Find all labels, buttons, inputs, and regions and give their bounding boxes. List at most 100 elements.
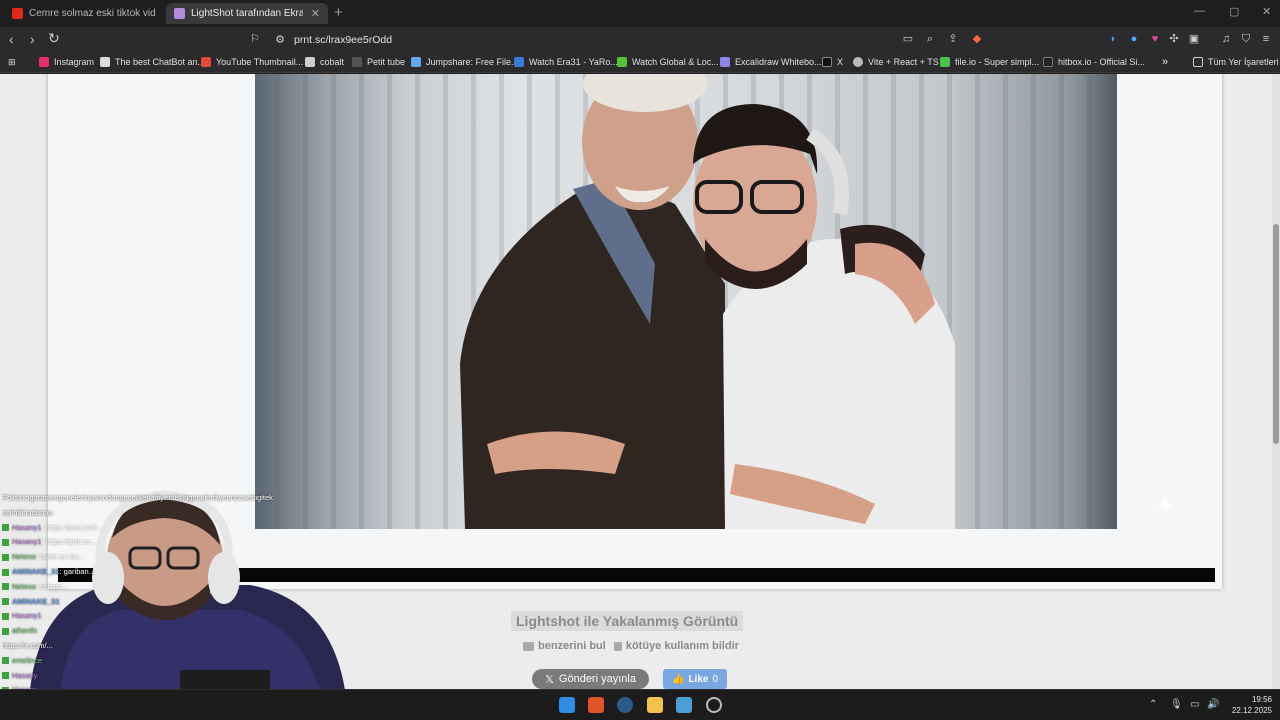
- app-icon[interactable]: [706, 697, 722, 713]
- badge-icon: [2, 538, 9, 546]
- new-tab-button[interactable]: +: [334, 4, 343, 21]
- chat-username: Netexo: [12, 552, 36, 562]
- bookmark-excalidraw[interactable]: Excalidraw Whitebo...: [720, 57, 822, 67]
- cast-icon[interactable]: ▭: [902, 33, 914, 45]
- chat-text: : bizim en bu...: [35, 552, 85, 562]
- bookmark-instagram[interactable]: Instagram: [39, 57, 94, 67]
- brave-icon[interactable]: [588, 697, 604, 713]
- chat-username: Hasany1: [12, 611, 42, 621]
- scrollbar-thumb[interactable]: [1273, 224, 1279, 444]
- windows-start-icon[interactable]: [559, 697, 575, 713]
- flag-icon: [613, 641, 622, 651]
- apps-grid-icon[interactable]: ⊞: [8, 57, 16, 68]
- find-similar-link[interactable]: benzerini bul: [523, 640, 606, 652]
- reload-icon[interactable]: ↻: [48, 30, 60, 47]
- chat-message: https://x.com/...: [2, 639, 332, 654]
- cobalt-icon: [305, 57, 315, 67]
- close-tab-icon[interactable]: ✕: [305, 7, 320, 20]
- bookmark-petit-tube[interactable]: Petit tube: [352, 57, 405, 67]
- shield-icon[interactable]: ⛉: [1240, 33, 1252, 45]
- bookmark-thumbnail[interactable]: YouTube Thumbnail...: [201, 57, 303, 67]
- bookmark-fileio[interactable]: file.io - Super simpl...: [940, 57, 1039, 67]
- bookmark-chatbot[interactable]: The best ChatBot an...: [100, 57, 205, 67]
- facebook-like-button[interactable]: 👍 Like 0: [663, 669, 727, 689]
- microphone-icon[interactable]: 🎙: [1170, 699, 1183, 710]
- bookmark-hitbox[interactable]: hitbox.io - Official Si...: [1043, 57, 1145, 67]
- music-icon[interactable]: ♫: [1220, 33, 1232, 45]
- petit-tube-icon: [352, 57, 362, 67]
- page-title: Lightshot ile Yakalanmış Görüntü: [511, 611, 744, 631]
- clock-time: 19:56: [1251, 695, 1272, 704]
- share-icon[interactable]: ⇪: [947, 33, 959, 45]
- extensions-puzzle-icon[interactable]: ✣: [1168, 33, 1180, 45]
- site-info-icon[interactable]: ⚙: [274, 34, 286, 46]
- tab-lightshot[interactable]: LightShot tarafından Ekran Görüntü ✕: [166, 3, 328, 24]
- report-abuse-label: kötüye kullanım bildir: [625, 640, 739, 652]
- maximize-icon[interactable]: ▢: [1229, 5, 1239, 18]
- captured-screenshot-image[interactable]: [255, 74, 1117, 529]
- forward-icon[interactable]: ›: [30, 31, 35, 47]
- report-abuse-link[interactable]: kötüye kullanım bildir: [613, 640, 739, 652]
- bookmark-jumpshare[interactable]: Jumpshare: Free File...: [411, 57, 519, 67]
- page-scrollbar[interactable]: [1272, 74, 1280, 689]
- instagram-icon: [39, 57, 49, 67]
- steam-icon[interactable]: [617, 697, 633, 713]
- badge-icon: [2, 568, 9, 576]
- display-icon[interactable]: ▭: [1190, 699, 1199, 710]
- chat-username: Hasany: [12, 670, 38, 680]
- bookmark-label: Excalidraw Whitebo...: [735, 57, 822, 67]
- tab-youtube[interactable]: Cemre solmaz eski tiktok videosu izle: [4, 3, 164, 24]
- chat-text: selirdiinadanaa: [2, 507, 53, 517]
- zoom-icon[interactable]: ⌕: [924, 33, 936, 45]
- bookmark-cobalt[interactable]: cobalt: [305, 57, 344, 67]
- excalidraw-icon: [720, 57, 730, 67]
- menu-icon[interactable]: ≡: [1260, 33, 1272, 45]
- bookmark-label: Tüm Yer İşaretleri: [1208, 57, 1279, 67]
- tab-bar: Cemre solmaz eski tiktok videosu izle Li…: [0, 0, 1280, 27]
- extension-icon[interactable]: ♥: [1149, 33, 1161, 45]
- tab-title: Cemre solmaz eski tiktok videosu izle: [29, 8, 156, 19]
- chat-username: emelince: [12, 655, 43, 665]
- badge-icon: [2, 524, 9, 532]
- minimize-icon[interactable]: —: [1194, 5, 1205, 17]
- file-explorer-icon[interactable]: [647, 697, 663, 713]
- all-bookmarks-folder[interactable]: Tüm Yer İşaretleri: [1193, 57, 1279, 67]
- bookmark-label: Watch Era31 - YaRo...: [529, 57, 618, 67]
- bookmark-era31[interactable]: Watch Era31 - YaRo...: [514, 57, 618, 67]
- chat-message: selirdiinadanaa: [2, 506, 332, 521]
- speech-icon[interactable]: ◗: [1107, 33, 1119, 45]
- chat-message: Hasany1: https://prnt.sc/lr...: [2, 521, 332, 536]
- back-icon[interactable]: ‹: [9, 31, 14, 47]
- close-window-icon[interactable]: ✕: [1262, 5, 1271, 18]
- badge-icon: [2, 657, 9, 665]
- find-similar-label: benzerini bul: [538, 640, 606, 652]
- bookmark-label: file.io - Super simpl...: [955, 57, 1040, 67]
- chat-username: Netexo: [12, 581, 36, 591]
- system-clock[interactable]: 19:56 22.12.2025: [1224, 694, 1272, 716]
- address-bar[interactable]: ⚙ prnt.sc/lrax9ee5rOdd: [241, 30, 991, 50]
- bookmark-label: YouTube Thumbnail...: [216, 57, 304, 67]
- sidebar-icon[interactable]: ▣: [1188, 33, 1200, 45]
- badge-icon: [2, 612, 9, 620]
- post-to-x-button[interactable]: 𝕏 Gönderi yayınla: [532, 669, 649, 689]
- bookmark-vite[interactable]: Vite + React + TS: [853, 57, 939, 67]
- tray-chevron-icon[interactable]: ⌃: [1149, 699, 1157, 710]
- tab-title: LightShot tarafından Ekran Görüntü: [191, 8, 303, 19]
- chat-username: athenfn: [12, 626, 38, 636]
- more-bookmarks-icon[interactable]: »: [1162, 56, 1168, 68]
- chat-message: Netexo: bizim en bu...: [2, 550, 332, 565]
- badge-icon: [2, 583, 9, 591]
- lightshot-feather-icon: [174, 8, 185, 19]
- chat-username: Hasany1: [12, 522, 42, 532]
- chat-text: : https://prnt.sc...: [41, 537, 98, 547]
- brave-shields-icon[interactable]: ◆: [971, 33, 983, 45]
- bookmark-label: cobalt: [320, 57, 345, 67]
- bookmark-x[interactable]: X: [822, 57, 843, 67]
- control-panel-icon[interactable]: [676, 697, 692, 713]
- bookmark-kick[interactable]: Watch Global & Loc...: [617, 57, 719, 67]
- volume-icon[interactable]: 🔊: [1207, 699, 1219, 710]
- vpn-icon[interactable]: ●: [1128, 33, 1140, 45]
- fileio-icon: [940, 57, 950, 67]
- chat-message: Hasany1: ...: [2, 609, 332, 624]
- bookmark-label: X: [837, 57, 844, 67]
